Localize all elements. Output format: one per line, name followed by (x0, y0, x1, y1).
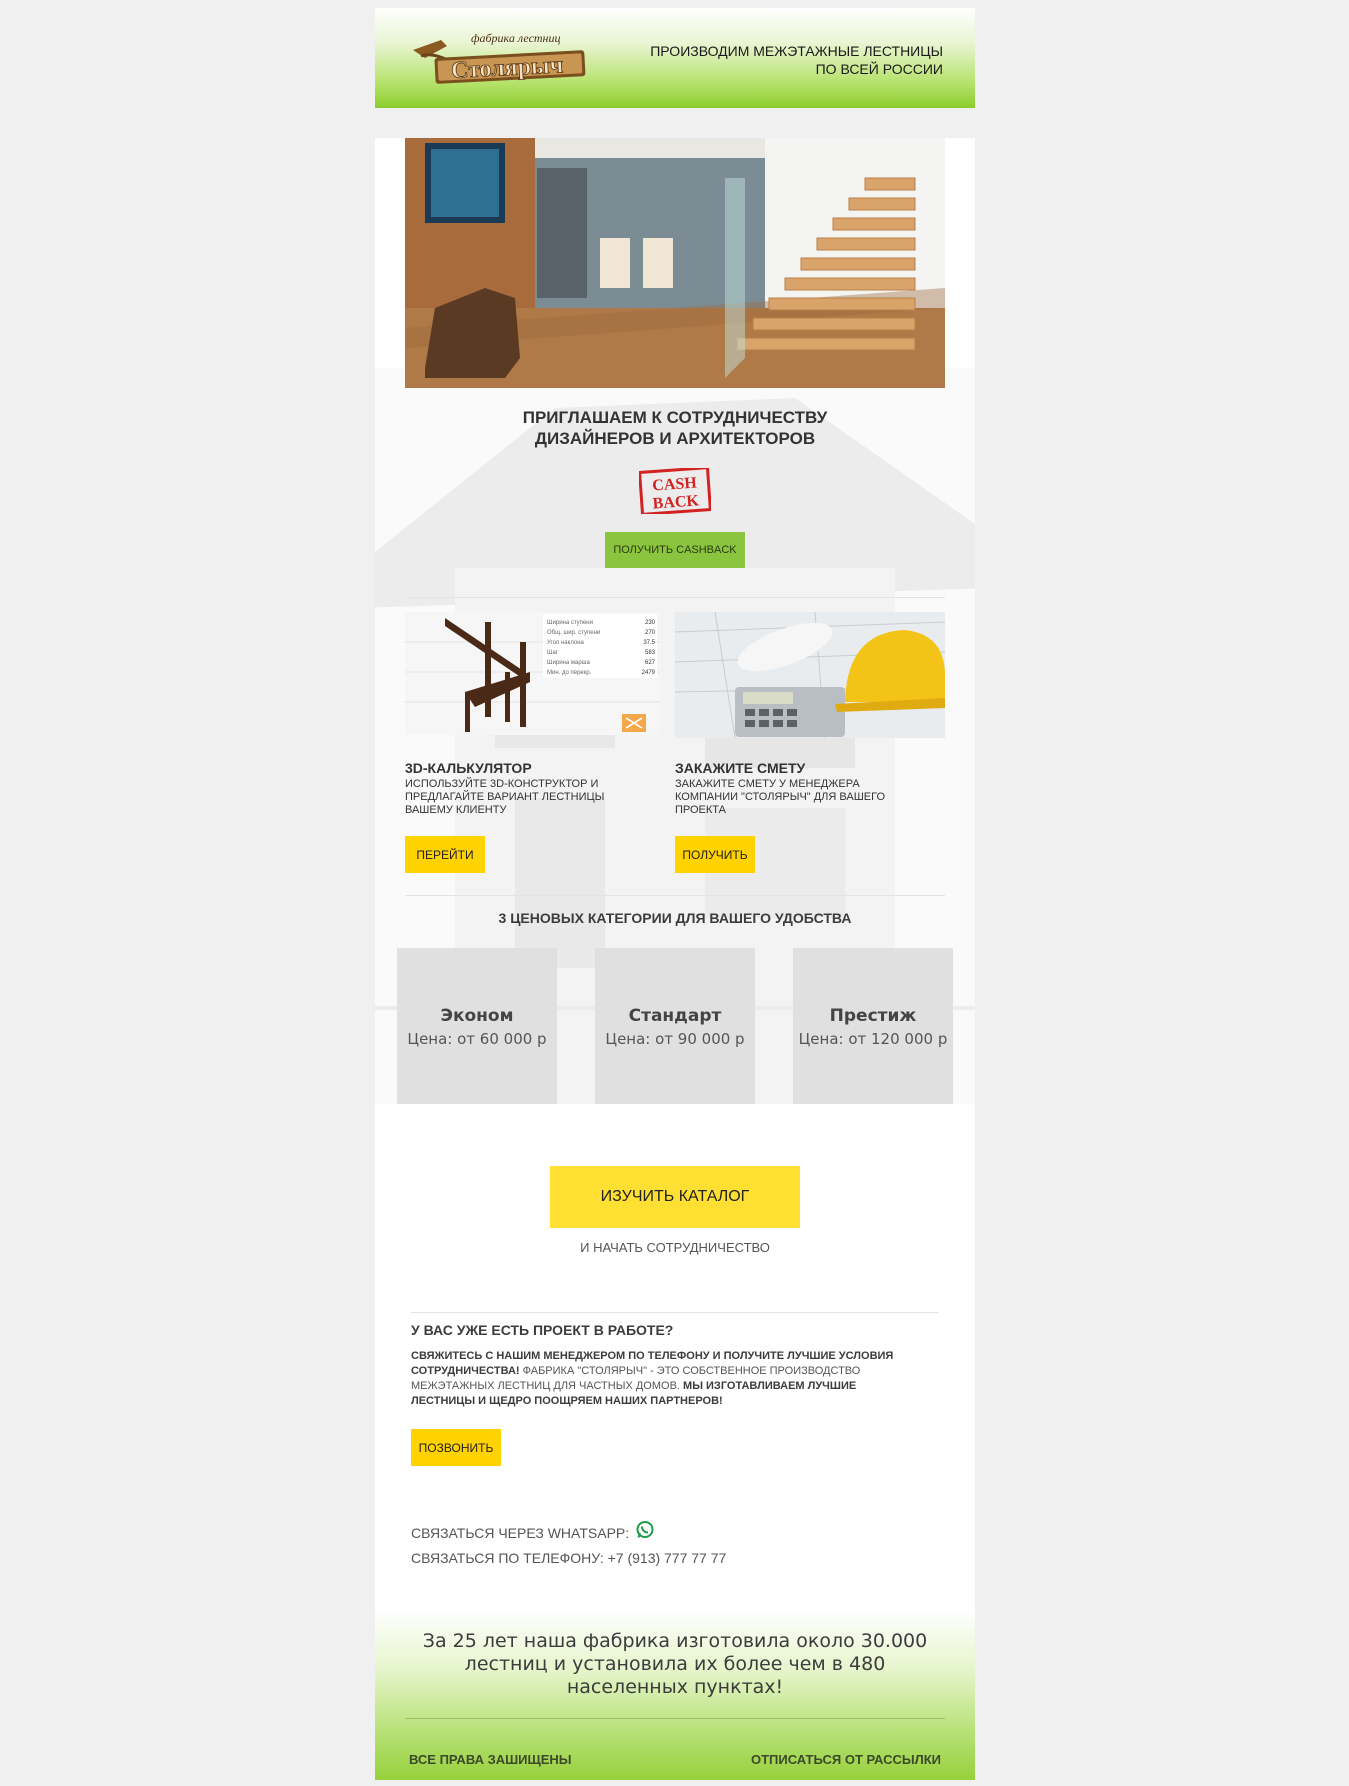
all-rights-reserved: ВСЕ ПРАВА ЗАШИЩЕНЫ (409, 1752, 572, 1767)
get-estimate-button[interactable]: ПОЛУЧИТЬ (675, 836, 755, 873)
svg-text:230: 230 (645, 620, 656, 626)
divider (405, 597, 945, 598)
invite-heading-line-1: ПРИГЛАШАЕМ К СОТРУДНИЧЕСТВУ (522, 408, 828, 427)
project-description: СВЯЖИТЕСЬ С НАШИМ МЕНЕДЖЕРОМ ПО ТЕЛЕФОНУ… (411, 1349, 911, 1409)
whatsapp-label: СВЯЗАТЬСЯ ЧЕРЕЗ WHATSAPP: (411, 1525, 630, 1541)
go-to-calculator-button[interactable]: ПЕРЕЙТИ (405, 836, 485, 873)
footer-stats-text: За 25 лет наша фабрика изготовила около … (422, 1630, 928, 1698)
invite-heading-line-2: ДИЗАЙНЕРОВ И АРХИТЕКТОРОВ (534, 429, 816, 448)
footer: За 25 лет наша фабрика изготовила около … (375, 1610, 975, 1780)
project-heading: У ВАС УЖЕ ЕСТЬ ПРОЕКТ В РАБОТЕ? (411, 1322, 674, 1338)
lower-content: ИЗУЧИТЬ КАТАЛОГ И НАЧАТЬ СОТРУДНИЧЕСТВО … (375, 1104, 975, 1610)
svg-text:Шаг: Шаг (547, 650, 559, 656)
svg-text:270: 270 (645, 630, 656, 636)
svg-text:Общ. шир. ступени: Общ. шир. ступени (547, 630, 600, 636)
estimate-image[interactable] (675, 612, 945, 738)
card-text-3d-calculator: ИСПОЛЬЗУЙТЕ 3D-КОНСТРУКТОР И ПРЕДЛАГАЙТЕ… (405, 778, 605, 816)
price-categories-heading: 3 ЦЕНОВЫХ КАТЕГОРИИ ДЛЯ ВАШЕГО УДОБСТВА (498, 910, 852, 926)
whatsapp-icon[interactable] (635, 1520, 655, 1540)
card-text-order-estimate: ЗАКАЖИТЕ СМЕТУ У МЕНЕДЖЕРА КОМПАНИИ "СТО… (675, 778, 886, 816)
tier-economy[interactable]: Эконом Цена: от 60 000 р (397, 948, 557, 1108)
tier-name: Эконом (440, 1006, 514, 1026)
header-tagline: ПРОИЗВОДИМ МЕЖЭТАЖНЫЕ ЛЕСТНИЦЫ ПО ВСЕЙ Р… (623, 42, 943, 78)
explore-catalog-button[interactable]: ИЗУЧИТЬ КАТАЛОГ (550, 1166, 800, 1228)
company-logo[interactable]: фабрика лестниц Столярыч (411, 28, 591, 88)
tier-standard[interactable]: Стандарт Цена: от 90 000 р (595, 948, 755, 1108)
main-content: ПРИГЛАШАЕМ К СОТРУДНИЧЕСТВУ ДИЗАЙНЕРОВ И… (375, 138, 975, 1108)
unsubscribe-link[interactable]: ОТПИСАТЬСЯ ОТ РАССЫЛКИ (751, 1752, 941, 1767)
tier-price: Цена: от 90 000 р (605, 1030, 745, 1048)
invite-heading: ПРИГЛАШАЕМ К СОТРУДНИЧЕСТВУ ДИЗАЙНЕРОВ И… (375, 407, 975, 449)
get-cashback-button[interactable]: ПОЛУЧИТЬ CASHBACK (605, 532, 745, 568)
svg-text:фабрика лестниц: фабрика лестниц (471, 31, 561, 45)
call-button[interactable]: ПОЗВОНИТЬ (411, 1429, 501, 1466)
svg-text:627: 627 (645, 660, 656, 666)
expand-icon (622, 714, 646, 732)
email-container: фабрика лестниц Столярыч ПРОИЗВОДИМ МЕЖЭ… (375, 8, 975, 1780)
3d-calculator-image[interactable]: Ширина ступени 230 Общ. шир. ступени 270… (405, 612, 660, 735)
tier-price: Цена: от 120 000 р (798, 1030, 948, 1048)
svg-text:Столярыч: Столярыч (450, 52, 563, 84)
cashback-stamp-icon: CASH BACK (639, 468, 711, 514)
svg-text:Ширина марша: Ширина марша (547, 660, 590, 666)
card-title-order-estimate: ЗАКАЖИТЕ СМЕТУ (675, 760, 806, 776)
tier-name: Престиж (829, 1006, 917, 1026)
divider (405, 1718, 945, 1719)
divider (405, 895, 945, 896)
card-title-3d-calculator: 3D-КАЛЬКУЛЯТОР (405, 760, 532, 776)
svg-text:Мин. до перекр.: Мин. до перекр. (547, 670, 592, 676)
hero-staircase-image (405, 138, 945, 388)
catalog-subtitle: И НАЧАТЬ СОТРУДНИЧЕСТВО (580, 1240, 770, 1255)
divider (411, 1312, 939, 1313)
phone-contact[interactable]: СВЯЗАТЬСЯ ПО ТЕЛЕФОНУ: +7 (913) 777 77 7… (411, 1550, 726, 1566)
tier-prestige[interactable]: Престиж Цена: от 120 000 р (793, 948, 953, 1108)
tier-name: Стандарт (628, 1006, 722, 1026)
tier-price: Цена: от 60 000 р (407, 1030, 547, 1048)
tagline-line-2: ПО ВСЕЙ РОССИИ (815, 61, 943, 77)
svg-text:Ширина ступени: Ширина ступени (547, 620, 593, 626)
tagline-line-1: ПРОИЗВОДИМ МЕЖЭТАЖНЫЕ ЛЕСТНИЦЫ (650, 43, 943, 59)
svg-text:Угол наклона: Угол наклона (547, 640, 585, 646)
svg-text:583: 583 (645, 650, 656, 656)
header: фабрика лестниц Столярыч ПРОИЗВОДИМ МЕЖЭ… (375, 8, 975, 108)
svg-text:BACK: BACK (652, 492, 700, 512)
svg-text:CASH: CASH (652, 474, 698, 494)
svg-text:2479: 2479 (642, 670, 656, 676)
svg-text:37.5: 37.5 (643, 640, 655, 646)
whatsapp-contact: СВЯЗАТЬСЯ ЧЕРЕЗ WHATSAPP: (411, 1520, 655, 1541)
